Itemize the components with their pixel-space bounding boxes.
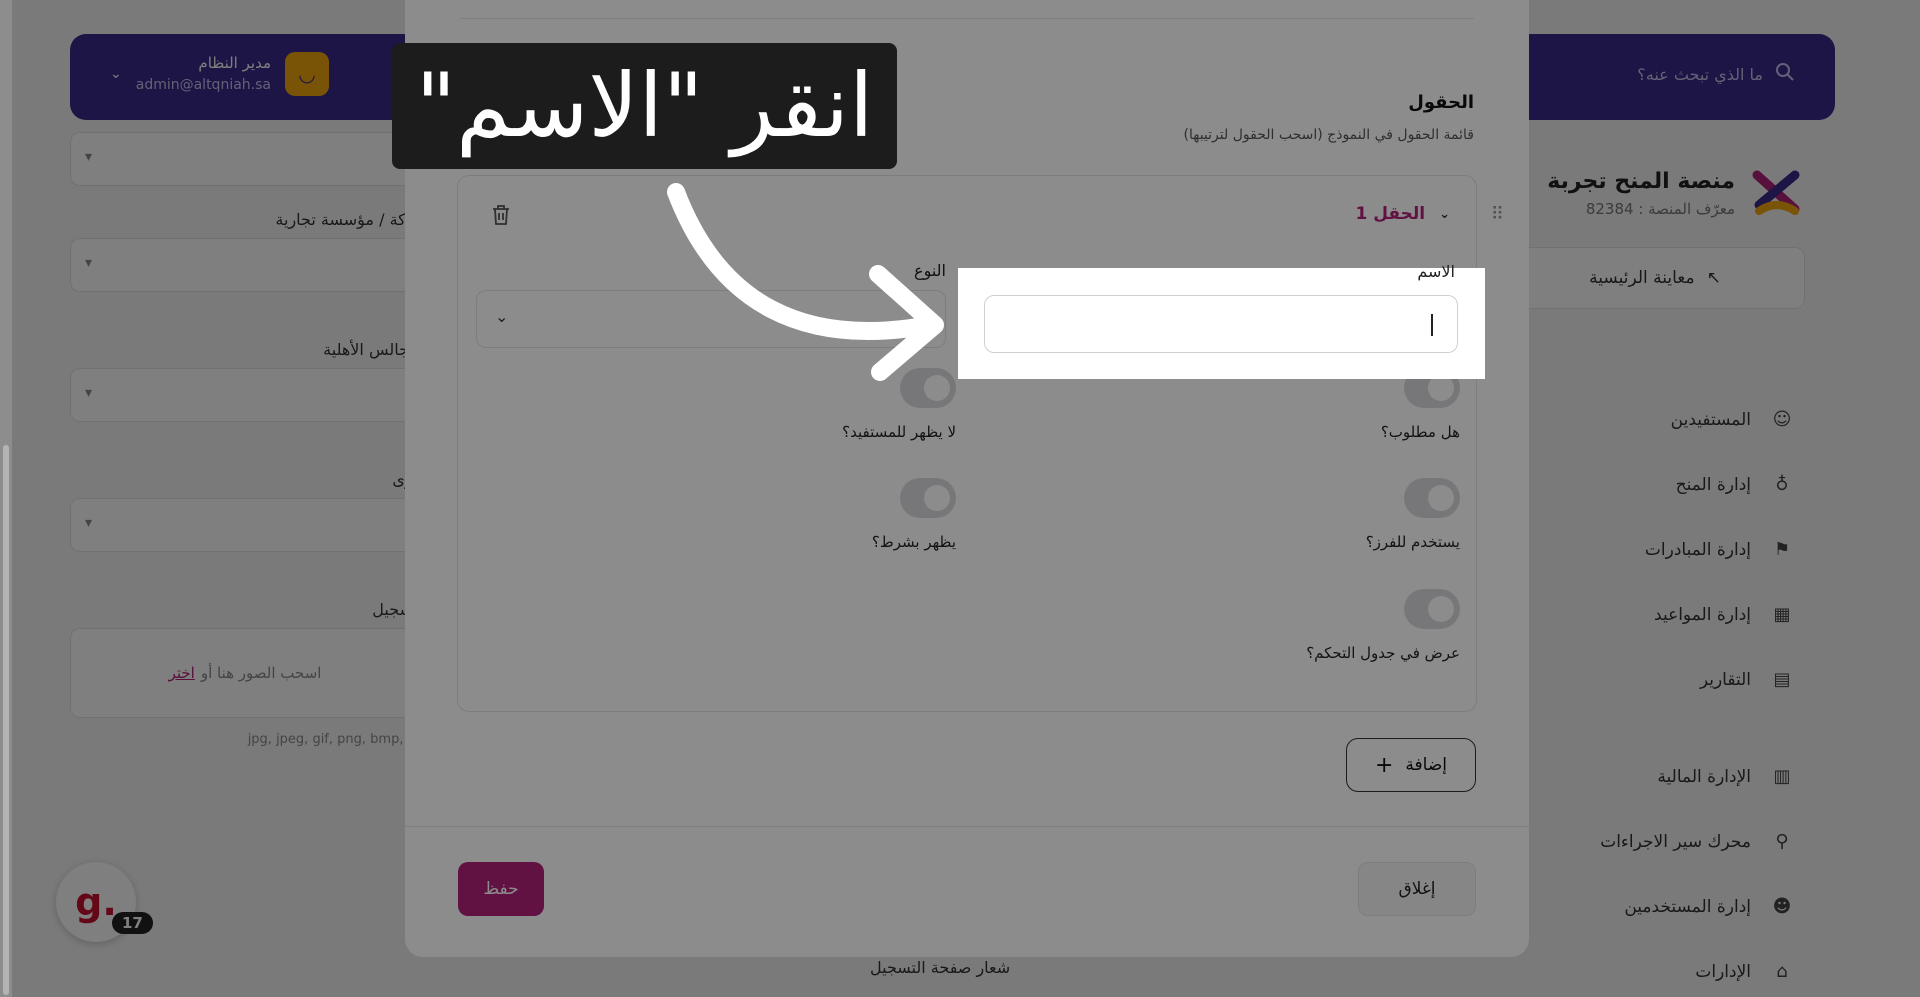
hidden-beneficiary-label: لا يظهر للمستفيد؟ — [842, 423, 956, 441]
name-label: الاسم — [1417, 262, 1455, 281]
required-label: هل مطلوب؟ — [1380, 423, 1460, 441]
divider — [460, 18, 1474, 19]
conditional-toggle[interactable] — [900, 478, 956, 518]
trash-icon[interactable] — [486, 200, 516, 230]
add-field-button[interactable]: إضافة + — [1346, 738, 1476, 792]
dashboard-label: عرض في جدول التحكم؟ — [1306, 644, 1460, 662]
page-scrollbar[interactable] — [0, 0, 12, 997]
fields-section-title: الحقول — [1408, 92, 1474, 113]
tutorial-instruction: انقر "الاسم" — [392, 43, 897, 169]
field-collapse-toggle[interactable]: ⌄ الحقل 1 — [1355, 204, 1450, 224]
type-label: النوع — [914, 261, 946, 280]
chevron-down-icon: ⌄ — [1439, 206, 1450, 222]
conditional-label: يظهر بشرط؟ — [871, 533, 956, 551]
fields-section-description: قائمة الحقول في النموذج (اسحب الحقول لتر… — [1183, 127, 1474, 143]
divider — [405, 826, 1529, 827]
name-input[interactable] — [984, 295, 1458, 353]
sorting-toggle[interactable] — [1404, 478, 1460, 518]
save-button[interactable]: حفظ — [458, 862, 544, 916]
close-button[interactable]: إغلاق — [1358, 862, 1476, 916]
dashboard-toggle[interactable] — [1404, 589, 1460, 629]
drag-handle-icon[interactable]: ⠿ — [1491, 204, 1504, 225]
field-title: الحقل 1 — [1355, 204, 1426, 224]
field-card: ⠿ ⌄ الحقل 1 النوع ⌄ هل مطلوب؟ لا يظهر لل… — [457, 175, 1504, 712]
scrollbar-thumb[interactable] — [3, 445, 9, 995]
plus-icon: + — [1374, 752, 1394, 778]
chevron-down-icon: ⌄ — [495, 307, 509, 326]
highlighted-name-field: الاسم — [958, 262, 1485, 379]
add-field-label: إضافة — [1405, 755, 1448, 775]
text-caret — [1431, 314, 1433, 336]
hidden-beneficiary-toggle[interactable] — [900, 368, 956, 408]
sorting-label: يستخدم للفرز؟ — [1365, 533, 1460, 551]
type-select[interactable]: ⌄ — [476, 290, 946, 348]
